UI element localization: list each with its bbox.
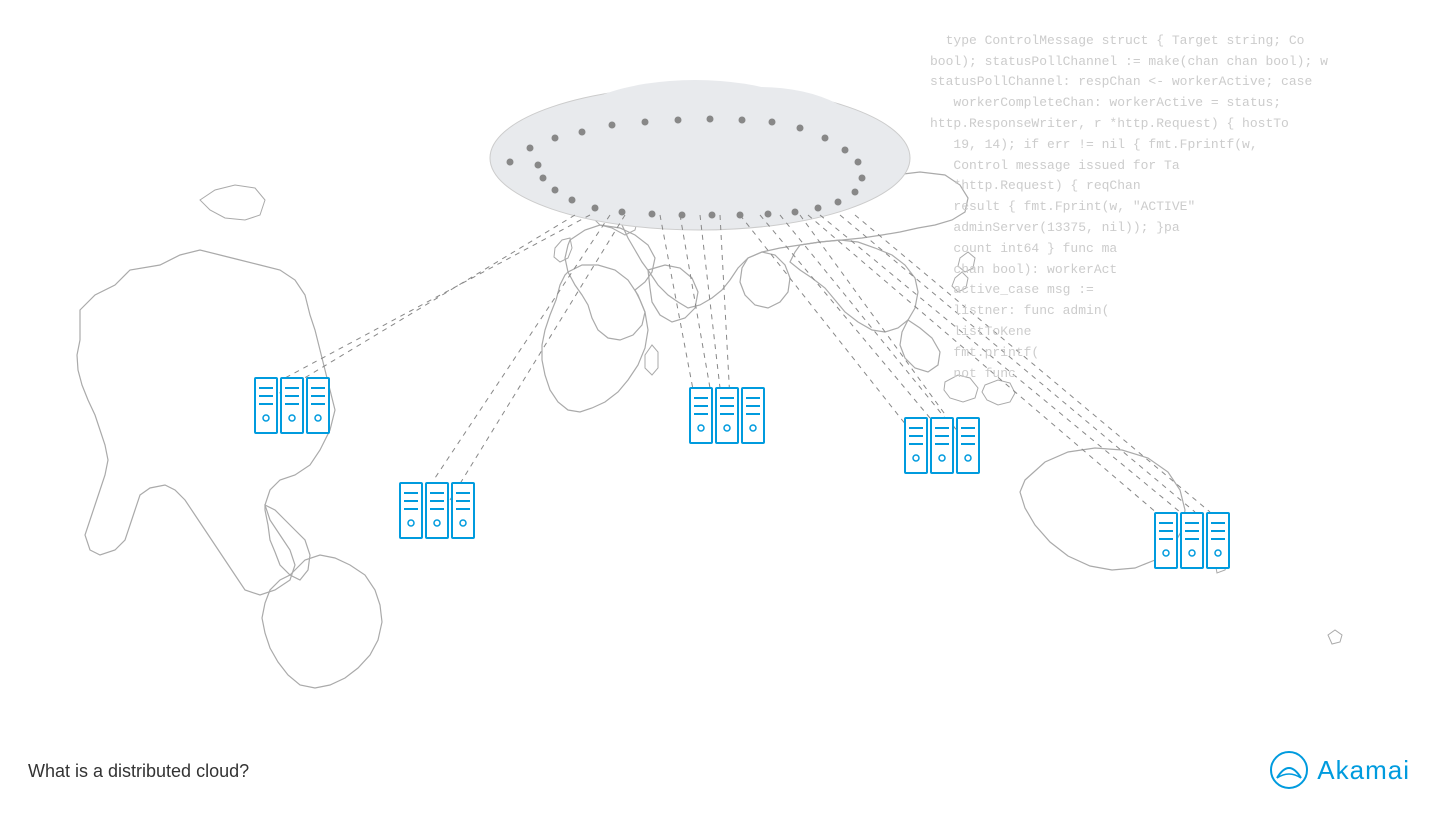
map-area (0, 0, 1440, 810)
akamai-logo: Akamai (1269, 750, 1410, 790)
akamai-logo-text: Akamai (1317, 755, 1410, 786)
page-title: What is a distributed cloud? (28, 761, 249, 782)
akamai-logo-icon (1269, 750, 1309, 790)
